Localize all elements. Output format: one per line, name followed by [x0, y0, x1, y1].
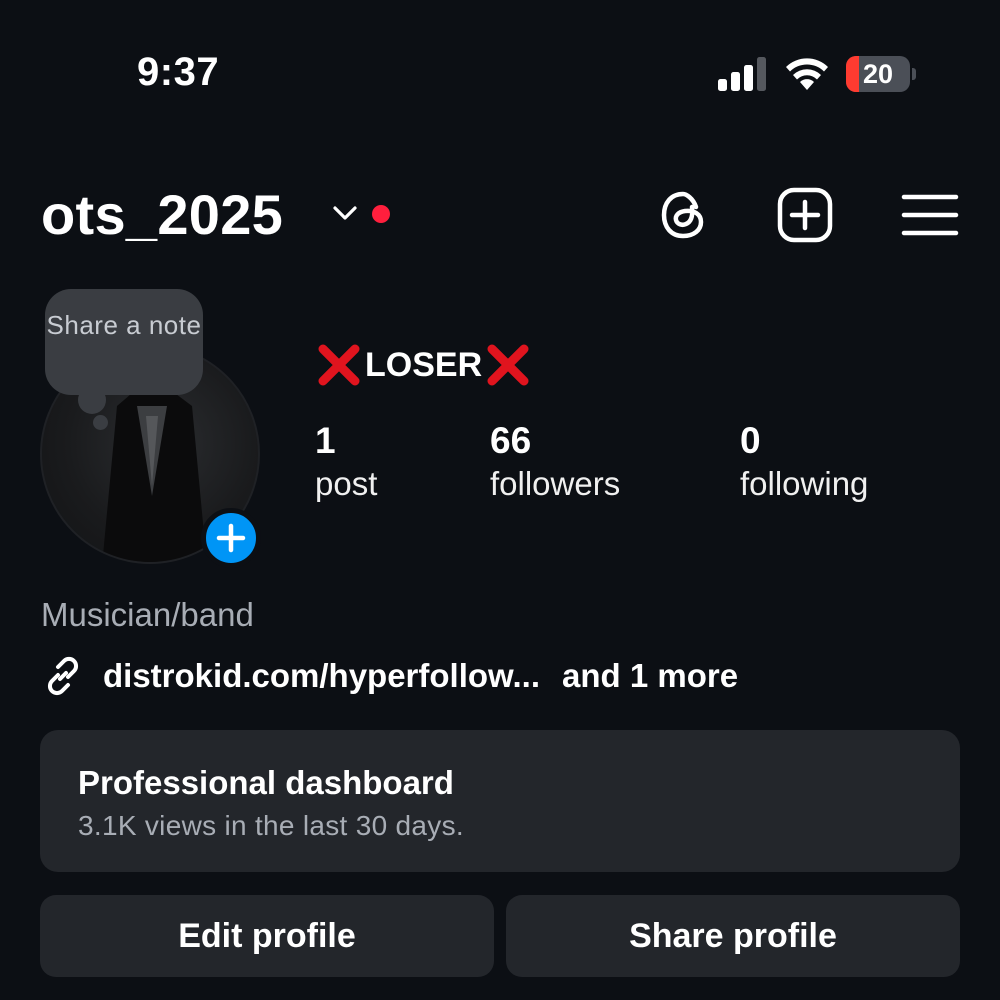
signal-icon	[718, 57, 766, 91]
profile-header: ots_2025	[0, 180, 1000, 252]
posts-count: 1	[315, 420, 336, 461]
dashboard-title: Professional dashboard	[78, 764, 454, 801]
create-plus-icon[interactable]	[777, 187, 833, 243]
dashboard-subtitle: 3.1K views in the last 30 days.	[78, 810, 464, 841]
status-bar: 9:37 20	[0, 0, 1000, 150]
following-label: following	[740, 465, 869, 502]
following-count: 0	[740, 420, 761, 461]
display-name-text: LOSER	[365, 345, 483, 384]
stat-posts[interactable]: 1 post	[315, 420, 377, 506]
share-profile-button[interactable]: Share profile	[506, 895, 960, 977]
posts-label: post	[315, 465, 378, 502]
threads-icon[interactable]	[656, 187, 712, 243]
professional-dashboard-card[interactable]: Professional dashboard 3.1K views in the…	[40, 730, 960, 872]
bio-link-more[interactable]: and 1 more	[562, 657, 738, 695]
battery-body: 20	[846, 56, 910, 92]
battery-level: 20	[862, 59, 894, 89]
bio-link[interactable]: distrokid.com/hyperfollow...	[103, 657, 540, 695]
menu-icon[interactable]	[900, 187, 960, 243]
note-bubble-tail-small	[93, 415, 108, 430]
x-mark-icon	[318, 344, 360, 386]
stat-following[interactable]: 0 following	[740, 420, 868, 506]
followers-label: followers	[490, 465, 621, 502]
status-time: 9:37	[137, 50, 220, 94]
username[interactable]: ots_2025	[41, 182, 283, 247]
share-note-bubble[interactable]: Share a note	[45, 289, 203, 395]
battery-cap	[912, 68, 916, 80]
link-icon	[47, 656, 79, 696]
chevron-down-icon[interactable]	[332, 204, 358, 222]
notification-dot	[372, 205, 390, 223]
battery-icon: 20	[846, 56, 916, 92]
note-placeholder: Share a note	[46, 310, 202, 340]
x-mark-icon	[487, 344, 529, 386]
add-story-button[interactable]	[201, 508, 261, 568]
wifi-icon	[786, 58, 828, 90]
followers-count: 66	[490, 420, 532, 461]
plus-icon	[216, 523, 246, 553]
stat-followers[interactable]: 66 followers	[490, 420, 620, 506]
bio-link-row[interactable]: distrokid.com/hyperfollow... and 1 more	[41, 652, 738, 700]
edit-profile-button[interactable]: Edit profile	[40, 895, 494, 977]
profile-category: Musician/band	[41, 596, 254, 633]
display-name: LOSER	[315, 340, 532, 390]
